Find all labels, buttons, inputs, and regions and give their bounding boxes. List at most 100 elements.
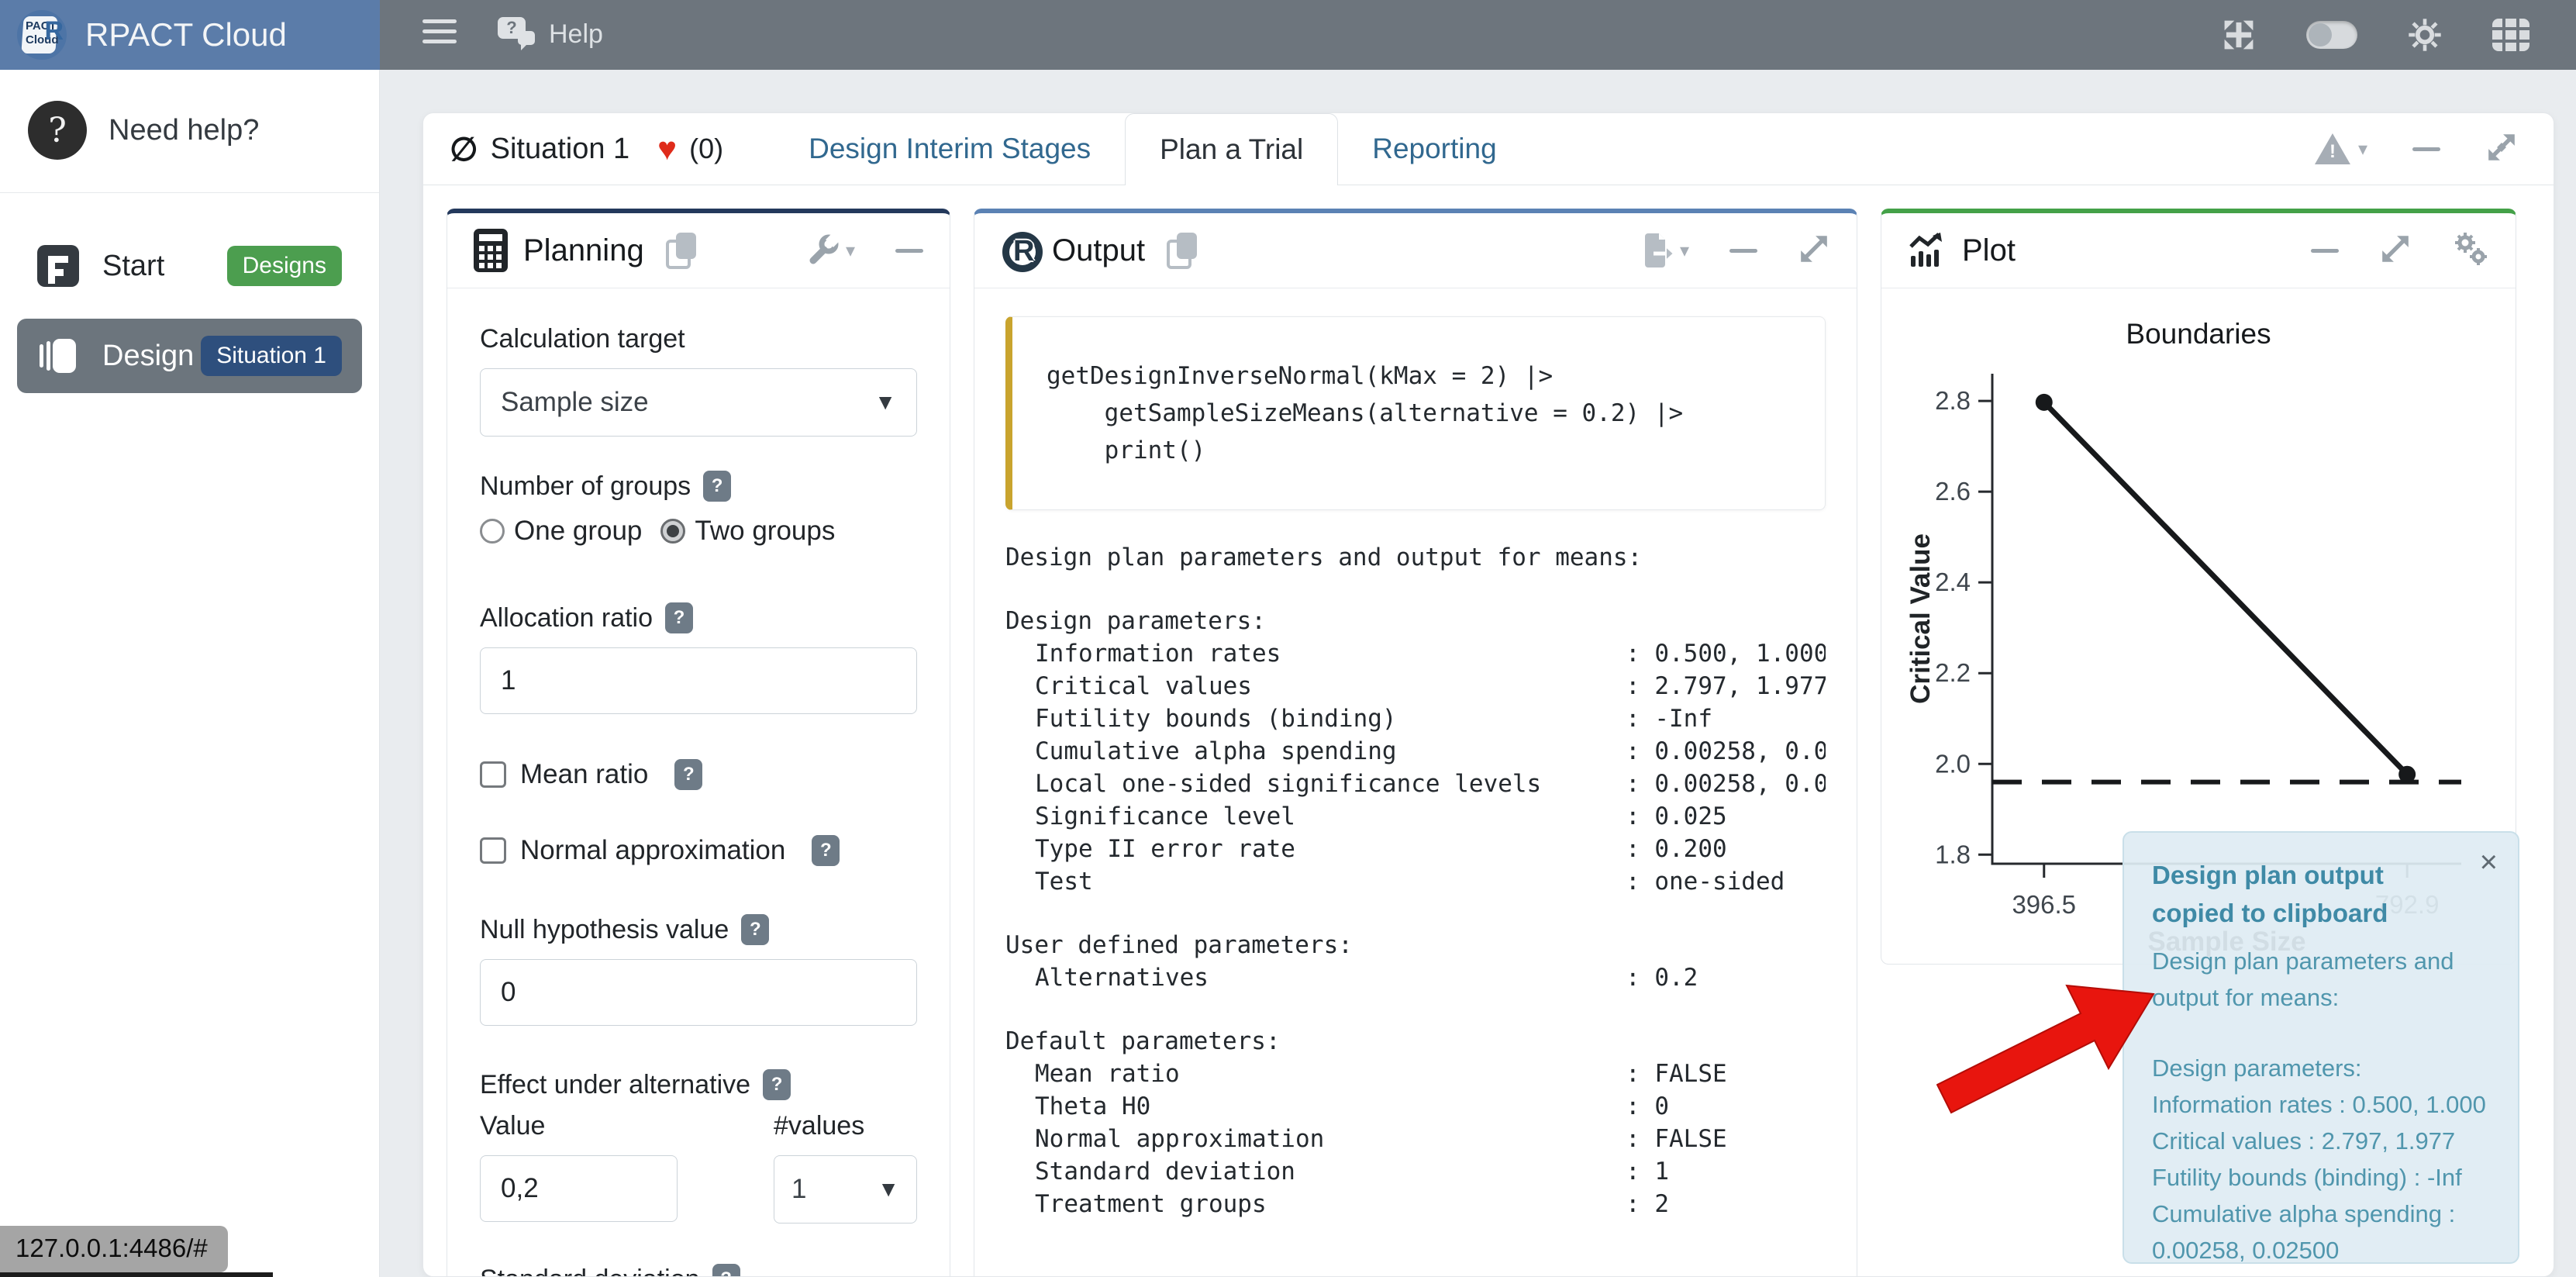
sidebar-item-start[interactable]: Start Designs [17,229,362,303]
expand-arrows-icon[interactable] [2219,17,2258,53]
standard-deviation-label: Standard deviation? [480,1264,917,1277]
help-badge[interactable]: ? [812,835,840,866]
sidebar: ? Need help? Start Designs Design Situat… [0,70,380,1277]
chevron-down-icon: ▾ [1680,240,1689,262]
checkbox-icon [480,761,506,788]
window-edge [0,1272,273,1277]
output-title: Output [1052,233,1145,268]
plot-settings-button[interactable] [2452,231,2489,271]
radio-icon-checked [660,519,685,544]
sidebar-item-design[interactable]: Design Situation 1 [17,319,362,393]
annotation-arrow [1936,963,2169,1118]
theme-toggle[interactable] [2306,21,2357,49]
collapse-card-button[interactable] [2412,147,2440,151]
normal-approximation-label: Normal approximation [520,835,785,866]
null-hypothesis-label: Null hypothesis value? [480,914,917,945]
toast-line: Information rates : 0.500, 1.000 [2152,1086,2490,1123]
collapse-plot-button[interactable] [2311,249,2339,253]
tab-label: Design Interim Stages [809,133,1091,165]
effect-value-input[interactable] [480,1155,678,1222]
number-of-groups-label: Number of groups? [480,471,917,502]
tab-plan-a-trial[interactable]: Plan a Trial [1125,113,1338,185]
calculation-target-select[interactable]: Sample size ▼ [480,368,917,437]
tab-reporting[interactable]: Reporting [1338,113,1530,185]
mean-ratio-checkbox-row[interactable]: Mean ratio ? [480,759,917,790]
tab-situation[interactable]: ∅ Situation 1 ♥ (0) [450,113,723,185]
file-export-icon [1643,233,1674,267]
need-help-button[interactable]: ? Need help? [0,70,379,193]
help-badge[interactable]: ? [763,1069,791,1100]
apps-grid-icon[interactable] [2492,19,2529,51]
svg-text:2.2: 2.2 [1935,658,1971,687]
chevron-down-icon: ▼ [874,390,896,415]
help-button[interactable]: ? Help [498,16,603,53]
help-label: Help [549,19,603,50]
planning-form: Calculation target Sample size ▼ Number … [447,288,950,1277]
help-badge[interactable]: ? [712,1264,740,1277]
chart-title: Boundaries [1903,318,2494,350]
tab-label: Reporting [1372,133,1496,165]
warning-triangle-icon [2315,133,2350,164]
help-badge[interactable]: ? [665,602,693,633]
radio-label: One group [514,516,642,547]
effect-under-alternative-label: Effect under alternative? [480,1069,917,1100]
radio-icon [480,519,505,544]
svg-text:2.4: 2.4 [1935,568,1971,596]
expand-diagonal-icon [1798,233,1830,265]
sidebar-header: PACTCloud R RPACT Cloud [0,0,380,70]
expand-plot-button[interactable] [2379,233,2412,269]
expand-output-button[interactable] [1798,233,1830,269]
allocation-ratio-input[interactable] [480,647,917,714]
radio-one-group[interactable]: One group [480,516,642,547]
toast-body: Design plan parameters and output for me… [2152,943,2490,1264]
effect-nvalues-label: #values [774,1111,917,1141]
rpact-logo[interactable]: PACTCloud R [17,10,67,60]
expand-card-button[interactable] [2485,131,2518,167]
settings-sun-icon[interactable] [2405,17,2444,53]
planning-title: Planning [523,233,644,268]
effect-nvalues-select[interactable]: 1 ▼ [774,1155,917,1224]
planning-panel: Planning ▾ Calculation target [447,209,950,1277]
null-hypothesis-input[interactable] [480,959,917,1026]
toast-notification: × Design plan output copied to clipboard… [2123,831,2519,1264]
normal-approximation-checkbox-row[interactable]: Normal approximation ? [480,835,917,866]
effect-nvalues-value: 1 [791,1174,806,1205]
favorite-heart-icon[interactable]: ♥ [657,130,677,167]
export-output-dropdown[interactable]: ▾ [1643,233,1689,267]
help-badge[interactable]: ? [674,759,702,790]
chevron-down-icon: ▾ [846,240,855,262]
copy-output-button[interactable] [1167,233,1199,268]
collapse-output-button[interactable] [1729,249,1757,253]
checkbox-icon [480,837,506,864]
radio-two-groups[interactable]: Two groups [660,516,835,547]
flipboard-icon [37,245,79,287]
toast-line: Critical values : 2.797, 1.977 [2152,1123,2490,1159]
topbar: ? Help [0,0,2576,70]
svg-text:2.8: 2.8 [1935,386,1971,415]
tab-design-interim-stages[interactable]: Design Interim Stages [774,113,1125,185]
plot-title: Plot [1962,233,2016,268]
question-mark-icon: ? [28,101,87,160]
svg-text:396.5: 396.5 [2012,890,2076,919]
chevron-down-icon: ▼ [878,1177,899,1202]
tab-label: Plan a Trial [1160,133,1303,166]
svg-text:Critical Value: Critical Value [1905,533,1936,704]
help-badge[interactable]: ? [741,914,769,945]
designs-badge: Designs [227,246,342,286]
r-code-block: getDesignInverseNormal(kMax = 2) |> getS… [1005,316,1826,510]
help-badge[interactable]: ? [703,471,731,502]
warnings-dropdown-button[interactable]: ▾ [2315,133,2367,164]
toast-title: Design plan output copied to clipboard [2152,856,2450,932]
collapse-planning-button[interactable] [895,249,923,253]
planning-tools-dropdown[interactable]: ▾ [807,234,855,267]
empty-set-icon: ∅ [450,130,478,168]
status-url: 127.0.0.1:4486/# [0,1226,228,1272]
copy-planning-button[interactable] [666,233,698,268]
output-panel: R Output ▾ [974,209,1857,1277]
toast-close-icon[interactable]: × [2480,847,2498,878]
help-chat-icon: ? [498,16,538,53]
app-title: RPACT Cloud [85,16,287,53]
expand-diagonal-icon [2485,131,2518,164]
hamburger-menu-icon[interactable] [422,19,457,43]
toast-line: Futility bounds (binding) : -Inf [2152,1159,2490,1196]
